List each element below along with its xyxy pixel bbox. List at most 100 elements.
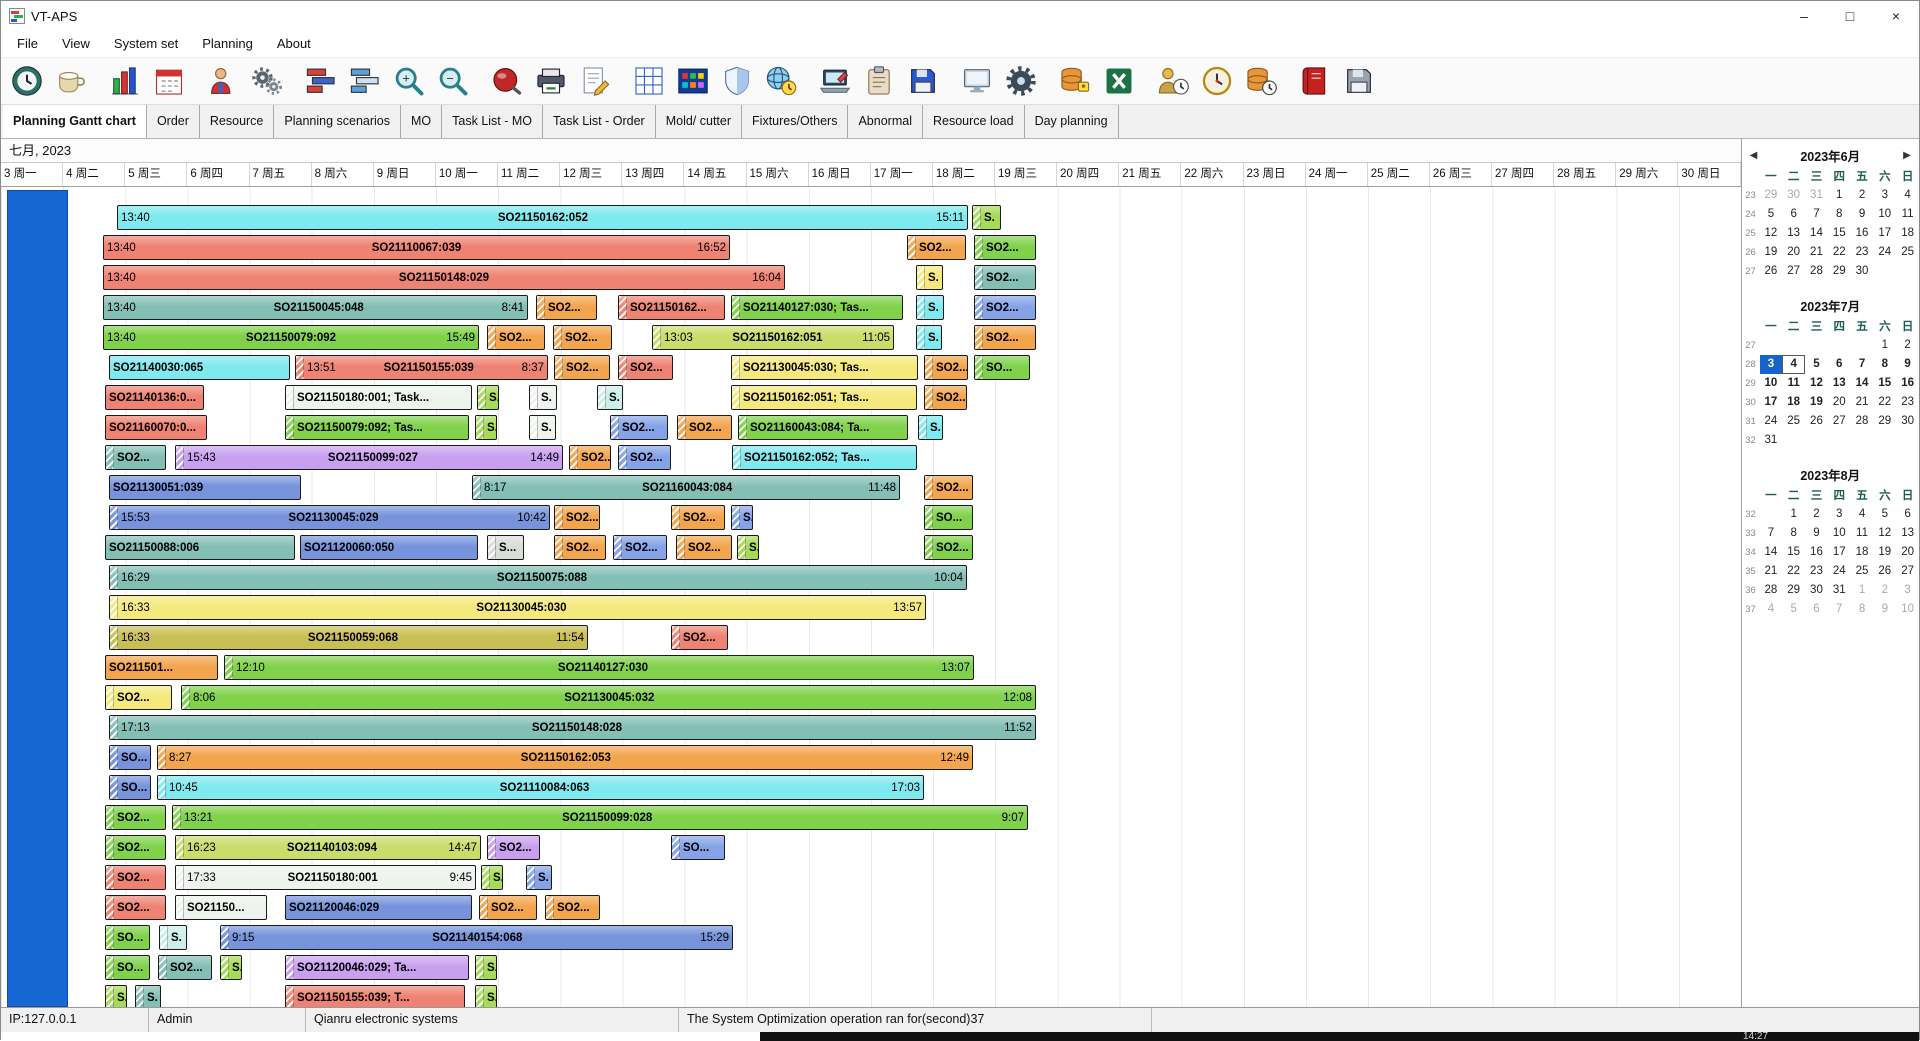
gantt-bar[interactable]: 9:15 SO21140154:068 15:29	[220, 925, 733, 950]
gantt-bar[interactable]: SO2...	[924, 385, 967, 410]
book-icon[interactable]	[1293, 59, 1337, 103]
calendar-day[interactable]: 12	[1805, 374, 1828, 393]
gantt-bar[interactable]: SO21160043:084; Ta...	[738, 415, 908, 440]
minimize-button[interactable]: –	[1781, 1, 1827, 31]
calendar-day[interactable]: 5	[1805, 355, 1828, 374]
gantt-bar[interactable]: SO...	[105, 925, 150, 950]
maximize-button[interactable]: □	[1827, 1, 1873, 31]
gantt-bar[interactable]: SO2...	[487, 325, 545, 350]
gantt-bar[interactable]: S.	[475, 415, 497, 440]
calendar-day[interactable]: 30	[1851, 262, 1874, 281]
calendar-day[interactable]: 7	[1805, 205, 1828, 224]
calendar-day[interactable]: 3	[1873, 186, 1896, 205]
gantt-bar[interactable]: SO...	[109, 775, 151, 800]
gantt-bar[interactable]: 8:17 SO21160043:084 11:48	[472, 475, 900, 500]
calendar-day[interactable]: 10	[1828, 524, 1851, 543]
calendar-day[interactable]: 6	[1782, 205, 1805, 224]
tab-task-list-mo[interactable]: Task List - MO	[442, 105, 544, 138]
calendar-day[interactable]: 13	[1828, 374, 1851, 393]
gantt-bar[interactable]: SO2...	[554, 505, 600, 530]
gantt-bar[interactable]: SO2...	[105, 865, 166, 890]
calendar-day[interactable]: 22	[1828, 243, 1851, 262]
calendar-day[interactable]: 5	[1873, 505, 1896, 524]
calendar-day[interactable]: 21	[1760, 562, 1783, 581]
calendar-day[interactable]: 8	[1782, 524, 1805, 543]
gantt-bar[interactable]: S.	[972, 205, 1001, 230]
gantt-bar[interactable]: S.	[916, 295, 944, 320]
calendar-icon[interactable]	[147, 59, 191, 103]
calendar-day[interactable]: 4	[1782, 355, 1806, 374]
calendar-day[interactable]: 9	[1805, 524, 1828, 543]
gantt-bar[interactable]: 16:33 SO21130045:030 13:57	[109, 595, 926, 620]
calendar-day[interactable]: 17	[1760, 393, 1783, 412]
gantt-bar[interactable]: SO2...	[105, 835, 166, 860]
calendar-day[interactable]: 17	[1828, 543, 1851, 562]
calendar-day[interactable]: 7	[1760, 524, 1783, 543]
gantt-bar[interactable]: SO21120060:050	[300, 535, 478, 560]
gantt-bar[interactable]: SO2...	[907, 235, 966, 260]
calendar-day[interactable]: 25	[1851, 562, 1874, 581]
gantt-bar[interactable]: SO2...	[671, 505, 725, 530]
gantt-body[interactable]: 13:40 SO21150162:052 15:11 S. 13:40 SO2111006…	[1, 187, 1741, 1007]
gantt-resource-icon[interactable]	[343, 59, 387, 103]
gantt-bar[interactable]: 10:45 SO21110084:063 17:03	[157, 775, 924, 800]
clipboard-icon[interactable]	[857, 59, 901, 103]
clock-icon[interactable]	[1195, 59, 1239, 103]
calendar-day[interactable]: 27	[1896, 562, 1919, 581]
calendar-prev-button[interactable]: ◀	[1746, 150, 1762, 161]
gantt-bar[interactable]: S...	[487, 535, 524, 560]
cup-icon[interactable]	[49, 59, 93, 103]
calendar-day[interactable]: 30	[1782, 186, 1805, 205]
calendar-day[interactable]: 5	[1760, 205, 1783, 224]
gantt-bar[interactable]: 13:03 SO21150162:051 11:05	[652, 325, 894, 350]
calendar-day[interactable]: 1	[1873, 336, 1896, 355]
gantt-bar[interactable]: SO2...	[158, 955, 212, 980]
gantt-bar[interactable]: 13:40 SO21110067:039 16:52	[103, 235, 730, 260]
gantt-bar[interactable]: S.	[916, 325, 942, 350]
calendar-day[interactable]: 23	[1851, 243, 1874, 262]
calendar-day[interactable]: 29	[1760, 186, 1783, 205]
gantt-bar[interactable]: S.	[159, 925, 187, 950]
chart-icon[interactable]	[103, 59, 147, 103]
calendar-day[interactable]: 1	[1828, 186, 1851, 205]
gantt-bar[interactable]: SO21150180:001; Task...	[285, 385, 472, 410]
gantt-bar[interactable]: SO21160070:0...	[105, 415, 207, 440]
gantt-bar[interactable]: SO21150162...	[618, 295, 725, 320]
calendar-day[interactable]: 11	[1896, 205, 1919, 224]
gantt-bar[interactable]: SO2...	[545, 895, 600, 920]
gantt-bar[interactable]: S.	[135, 985, 161, 1007]
table-icon[interactable]	[627, 59, 671, 103]
calendar-day[interactable]: 24	[1828, 562, 1851, 581]
monitor-icon[interactable]	[955, 59, 999, 103]
calendar-day[interactable]: 13	[1782, 224, 1805, 243]
tab-resource[interactable]: Resource	[200, 105, 275, 138]
calendar-day[interactable]: 5	[1782, 600, 1805, 619]
gantt-bar[interactable]: S.	[731, 505, 753, 530]
gantt-bar[interactable]: SO21140127:030; Tas...	[731, 295, 903, 320]
tab-abnormal[interactable]: Abnormal	[848, 105, 923, 138]
gantt-bar[interactable]: SO2...	[613, 535, 667, 560]
gantt-bar[interactable]: 17:33 SO21150180:001 9:45	[175, 865, 476, 890]
calendar-day[interactable]: 2	[1851, 186, 1874, 205]
calendar-day[interactable]: 24	[1760, 412, 1783, 431]
gantt-bar[interactable]: SO2...	[618, 355, 673, 380]
calendar-day[interactable]: 12	[1760, 224, 1783, 243]
edit-doc-icon[interactable]	[573, 59, 617, 103]
calendar-day[interactable]: 17	[1873, 224, 1896, 243]
gantt-bar[interactable]: SO2...	[610, 415, 668, 440]
calendar-day[interactable]: 19	[1760, 243, 1783, 262]
gantt-bar[interactable]: SO21150162:052; Tas...	[732, 445, 917, 470]
calendar-day[interactable]: 30	[1805, 581, 1828, 600]
calendar-day[interactable]: 2	[1896, 336, 1919, 355]
calendar-day[interactable]: 11	[1851, 524, 1874, 543]
gantt-bar[interactable]: SO2...	[105, 805, 166, 830]
tab-mo[interactable]: MO	[401, 105, 443, 138]
resource-column[interactable]	[7, 190, 68, 1007]
user-clock-icon[interactable]	[1151, 59, 1195, 103]
calendar-next-button[interactable]: ▶	[1899, 150, 1915, 161]
gantt-bar[interactable]: SO2...	[974, 235, 1036, 260]
calendar-day[interactable]: 15	[1873, 374, 1896, 393]
gantt-bar[interactable]: SO21120046:029; Ta...	[285, 955, 469, 980]
gantt-bar[interactable]: S.	[597, 385, 623, 410]
gantt-bar[interactable]: SO21130051:039	[109, 475, 301, 500]
